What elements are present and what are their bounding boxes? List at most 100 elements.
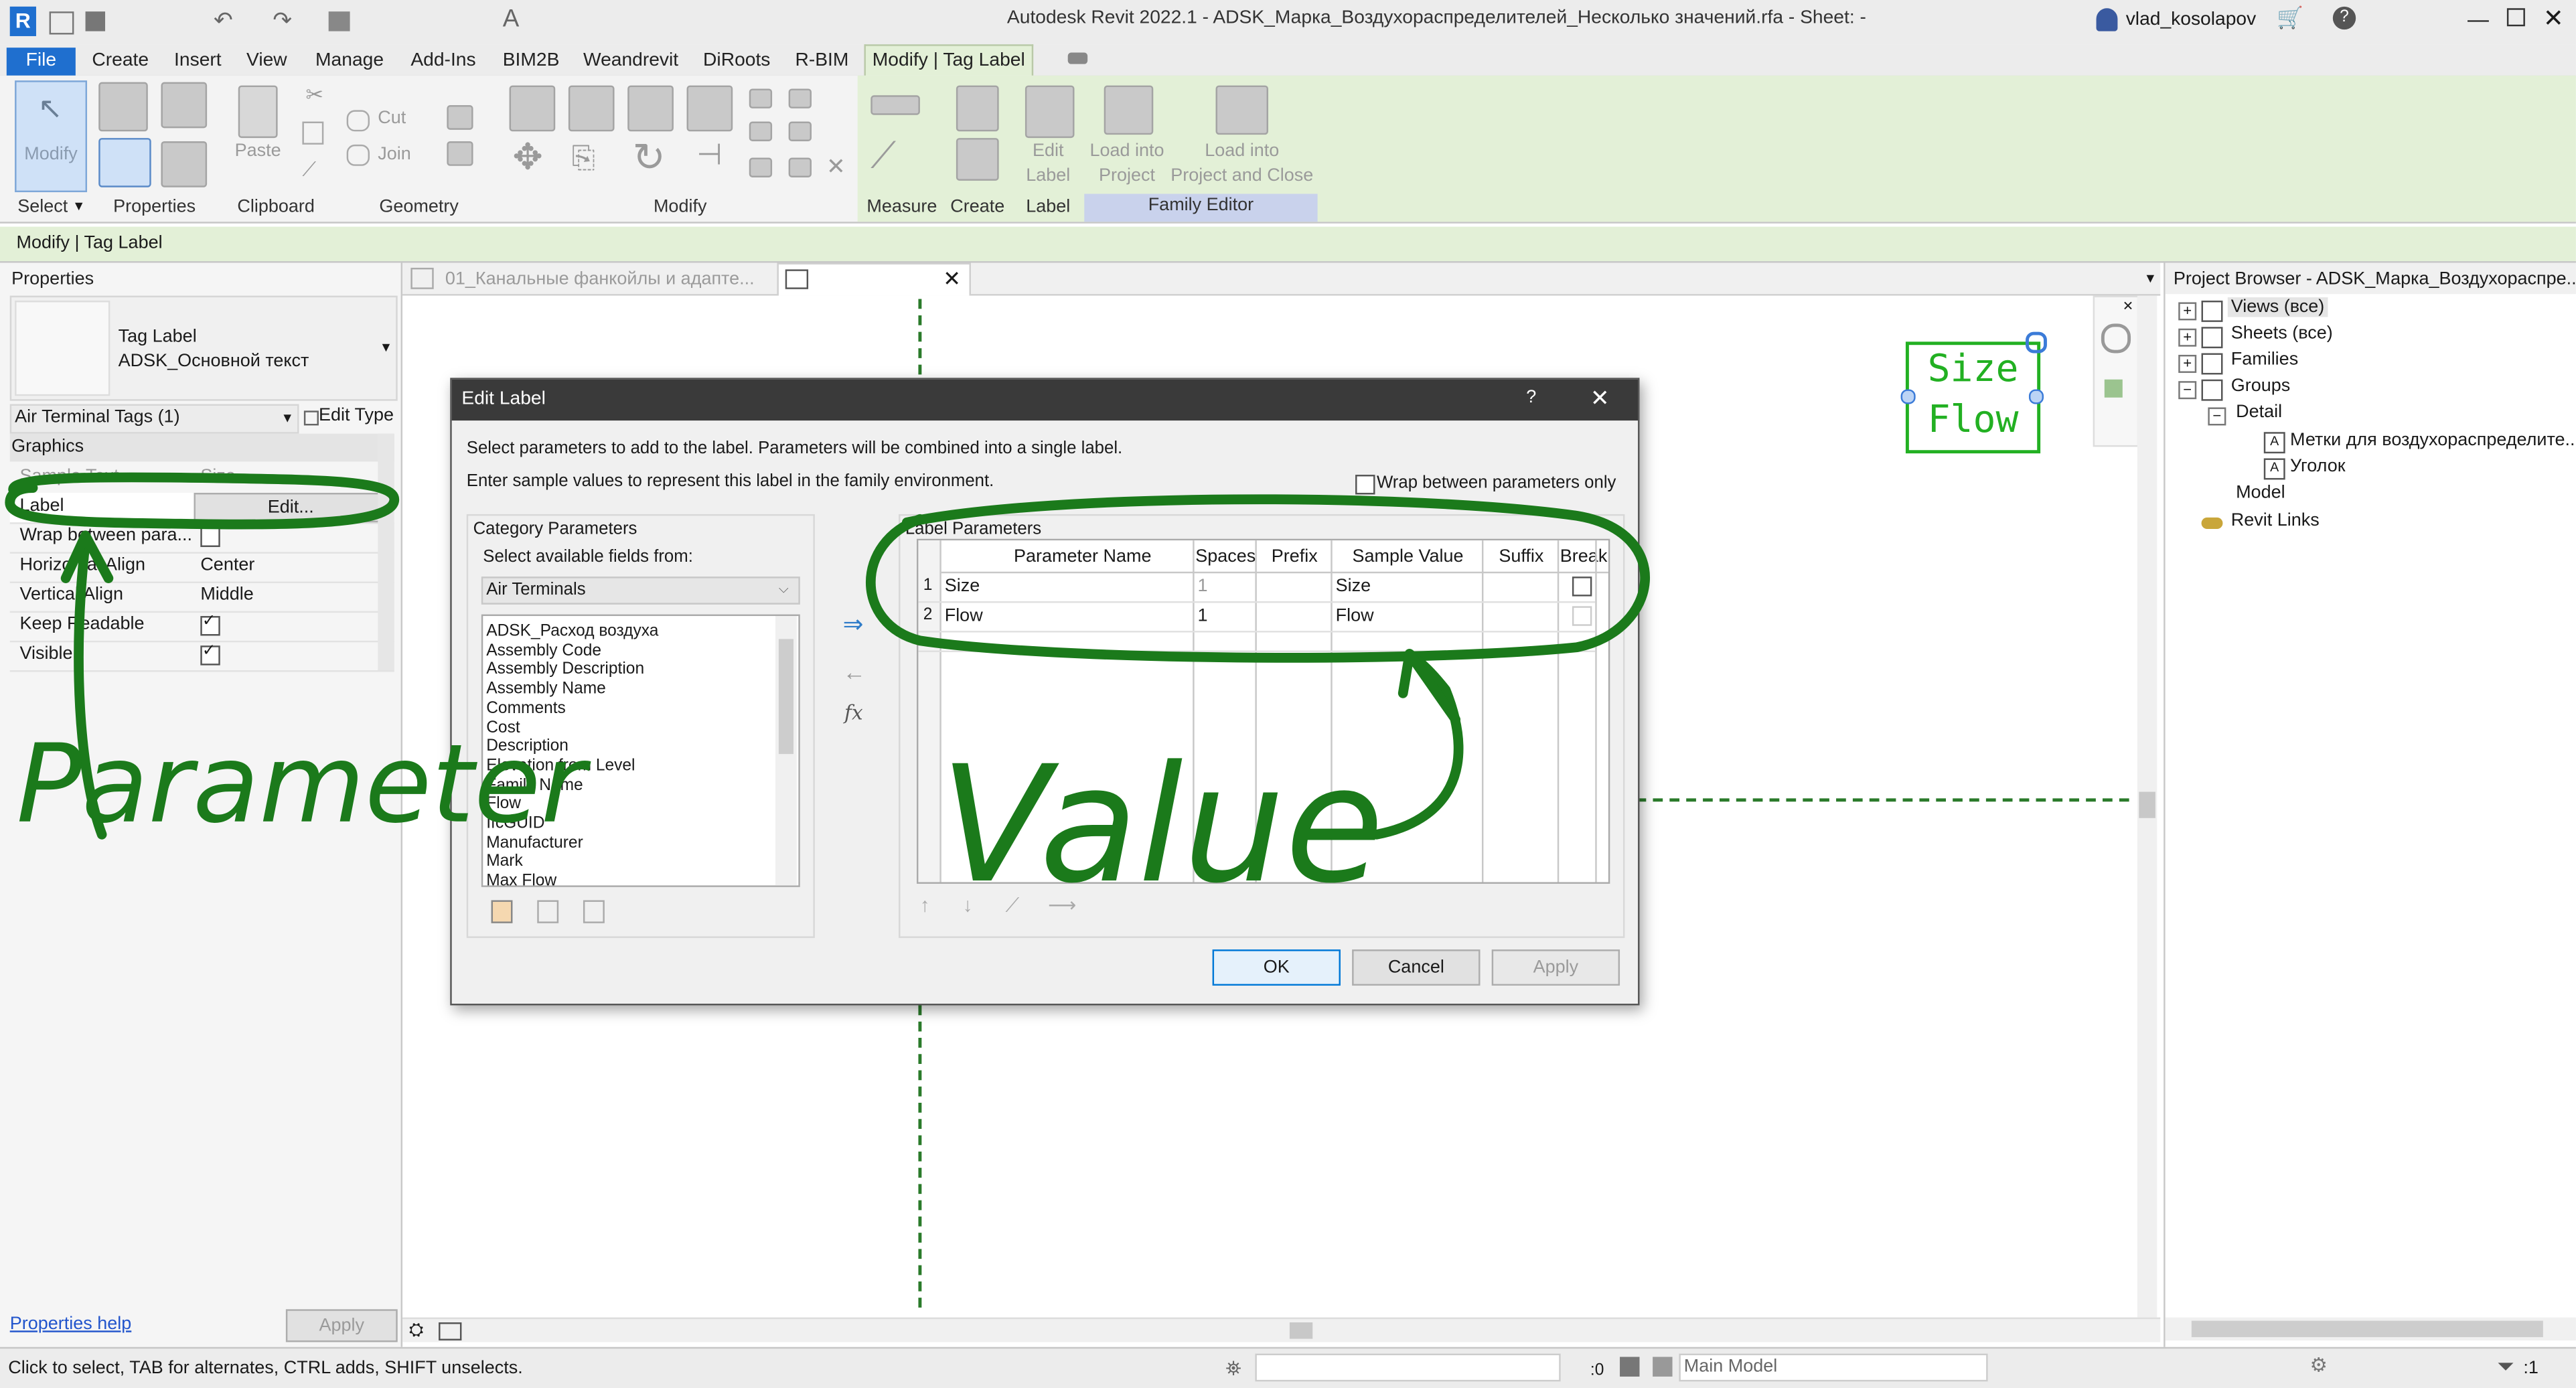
canvas-v-thumb[interactable] — [2139, 791, 2155, 818]
prop-row-label[interactable]: Label Edit... — [9, 493, 394, 524]
canvas-h-thumb[interactable] — [1289, 1322, 1313, 1339]
type-properties-icon[interactable] — [98, 82, 148, 132]
user-name[interactable]: vlad_kosolapov — [2126, 10, 2257, 29]
tab-diroots[interactable]: DiRoots — [696, 48, 777, 76]
pb-item-corner[interactable]: Уголок — [2290, 457, 2345, 476]
row-sample-value[interactable]: Size — [1336, 576, 1371, 596]
properties-toggle-icon[interactable] — [98, 138, 151, 187]
scale-icon[interactable] — [749, 157, 773, 177]
properties-apply-button[interactable]: Apply — [285, 1309, 398, 1342]
rotate-grip-icon[interactable] — [2026, 331, 2047, 354]
view-tab-active[interactable]: ✕ — [777, 262, 971, 296]
expand-views-icon[interactable]: + — [2178, 302, 2197, 321]
pb-item-sheets[interactable]: Sheets (все) — [2231, 323, 2333, 343]
open-icon[interactable] — [49, 11, 74, 35]
dialog-help-button[interactable]: ? — [1526, 388, 1536, 407]
label-parameters-grid[interactable]: Parameter Name Spaces Prefix Sample Valu… — [916, 538, 1610, 884]
field-list-item[interactable]: Max Flow — [483, 872, 798, 885]
load-into-project-icon[interactable] — [1104, 85, 1154, 135]
canvas-v-scrollbar[interactable] — [2137, 295, 2157, 1318]
keep-readable-checkbox[interactable] — [200, 613, 220, 636]
prop-row-vertical-align[interactable]: Vertical Align Middle — [9, 582, 394, 613]
visible-checkbox[interactable] — [200, 642, 220, 666]
tab-file[interactable]: File — [6, 48, 76, 76]
panel-select[interactable]: Select — [10, 197, 76, 216]
pb-h-thumb[interactable] — [2191, 1320, 2543, 1338]
move-up-icon[interactable]: ↑ — [920, 894, 930, 917]
dimension-icon[interactable]: ⟋ — [870, 135, 896, 177]
print-icon[interactable] — [328, 11, 350, 31]
save-icon[interactable] — [85, 11, 106, 31]
worksets-icon[interactable]: ⛯ — [1225, 1357, 1241, 1382]
canvas-h-scrollbar[interactable]: ⛭ — [402, 1317, 2161, 1342]
edit-label-text-2[interactable]: Label — [1018, 166, 1077, 185]
dialog-title-bar[interactable]: Edit Label ? ✕ — [451, 379, 1639, 421]
create-similar-icon[interactable] — [956, 85, 999, 132]
filter-icon[interactable]: ⏷ — [2497, 1354, 2514, 1380]
delete-parameter-icon[interactable] — [583, 900, 605, 923]
field-list-item[interactable]: Comments — [483, 700, 798, 719]
view-tab-inactive[interactable]: 01_Канальные фанкойлы и адапте... — [445, 269, 755, 289]
array-icon[interactable] — [749, 121, 773, 141]
pb-h-scrollbar[interactable] — [2165, 1317, 2576, 1340]
pb-item-views[interactable]: Views (все) — [2227, 297, 2328, 317]
undo-icon[interactable]: ↶ — [214, 7, 233, 35]
pb-item-families[interactable]: Families — [2231, 350, 2298, 370]
redo-icon[interactable]: ↷ — [273, 7, 292, 35]
cart-icon[interactable]: 🛒 — [2277, 5, 2303, 31]
wrap-params-only-checkbox[interactable] — [1355, 475, 1375, 495]
edit-parameter-icon[interactable] — [537, 900, 559, 923]
tab-insert[interactable]: Insert — [167, 48, 228, 76]
rotate-icon[interactable]: ↻ — [633, 135, 666, 182]
edit-units-icon[interactable]: ⟋ — [1005, 894, 1019, 919]
zoom-icon[interactable] — [2104, 379, 2123, 398]
collapse-groups-icon[interactable]: − — [2178, 381, 2197, 400]
visual-style-icon[interactable] — [439, 1322, 462, 1340]
collapse-detail-icon[interactable]: − — [2208, 407, 2226, 426]
remove-parameter-arrow-icon[interactable]: ← — [843, 659, 866, 685]
copy-element-icon[interactable]: ⎘ — [572, 141, 595, 176]
close-window-icon[interactable]: ✕ — [2543, 3, 2564, 33]
match-type-icon[interactable]: ⟋ — [302, 158, 316, 183]
row-break-checkbox[interactable] — [1572, 576, 1592, 597]
load-and-close-text-1[interactable]: Load into — [1166, 141, 1318, 161]
apply-button[interactable]: Apply — [1491, 949, 1620, 986]
load-into-project-text-1[interactable]: Load into — [1081, 141, 1172, 161]
view-tab-close-icon[interactable]: ✕ — [943, 266, 961, 292]
field-list-item[interactable]: Assembly Description — [483, 661, 798, 680]
user-icon[interactable] — [2096, 8, 2118, 31]
mirror-axis-icon[interactable] — [627, 85, 674, 132]
split-icon[interactable] — [749, 88, 773, 108]
load-and-close-icon[interactable] — [1215, 85, 1269, 135]
selection-links-icon[interactable]: ⚙ — [2309, 1354, 2327, 1377]
pb-item-model[interactable]: Model — [2236, 483, 2285, 502]
graphics-group-header[interactable]: Graphics — [9, 433, 394, 462]
field-list-item[interactable]: Elevation from Level — [483, 757, 798, 777]
expand-sheets-icon[interactable]: + — [2178, 328, 2197, 347]
view-scale-icon[interactable]: ⛭ — [409, 1321, 424, 1342]
model-dropdown[interactable]: Main Model — [1679, 1353, 1988, 1382]
fx-icon[interactable]: fx — [844, 702, 863, 724]
help-icon[interactable]: ? — [2332, 6, 2356, 30]
new-parameter-icon[interactable] — [491, 900, 513, 923]
paste-label[interactable]: Paste — [230, 141, 285, 161]
pb-item-tags[interactable]: Метки для воздухораспределите... — [2290, 431, 2576, 450]
copy-icon[interactable] — [302, 121, 324, 145]
cut-label[interactable]: Cut — [378, 108, 406, 128]
tab-weandrevit[interactable]: Weandrevit — [577, 48, 685, 76]
field-list-item[interactable]: Mark — [483, 853, 798, 872]
prop-row-wrap[interactable]: Wrap between para... — [9, 522, 394, 554]
prop-row-visible[interactable]: Visible — [9, 641, 394, 672]
edit-label-icon[interactable] — [1025, 85, 1075, 139]
navigation-bar[interactable]: ✕ — [2093, 295, 2139, 447]
tab-view[interactable]: View — [240, 48, 293, 76]
edit-format-icon[interactable]: ⟶ — [1048, 894, 1076, 917]
mirror-draw-icon[interactable] — [686, 85, 733, 132]
available-fields-list[interactable]: ADSK_Расход воздуха Assembly Code Assembly… — [481, 614, 800, 887]
lock-icon[interactable] — [788, 157, 812, 177]
family-types-icon[interactable] — [161, 82, 208, 129]
row-break-checkbox[interactable] — [1572, 606, 1592, 626]
revit-logo-icon[interactable]: R — [9, 6, 36, 36]
move-icon[interactable]: ✥ — [512, 137, 542, 179]
workset-dropdown[interactable] — [1255, 1353, 1561, 1382]
